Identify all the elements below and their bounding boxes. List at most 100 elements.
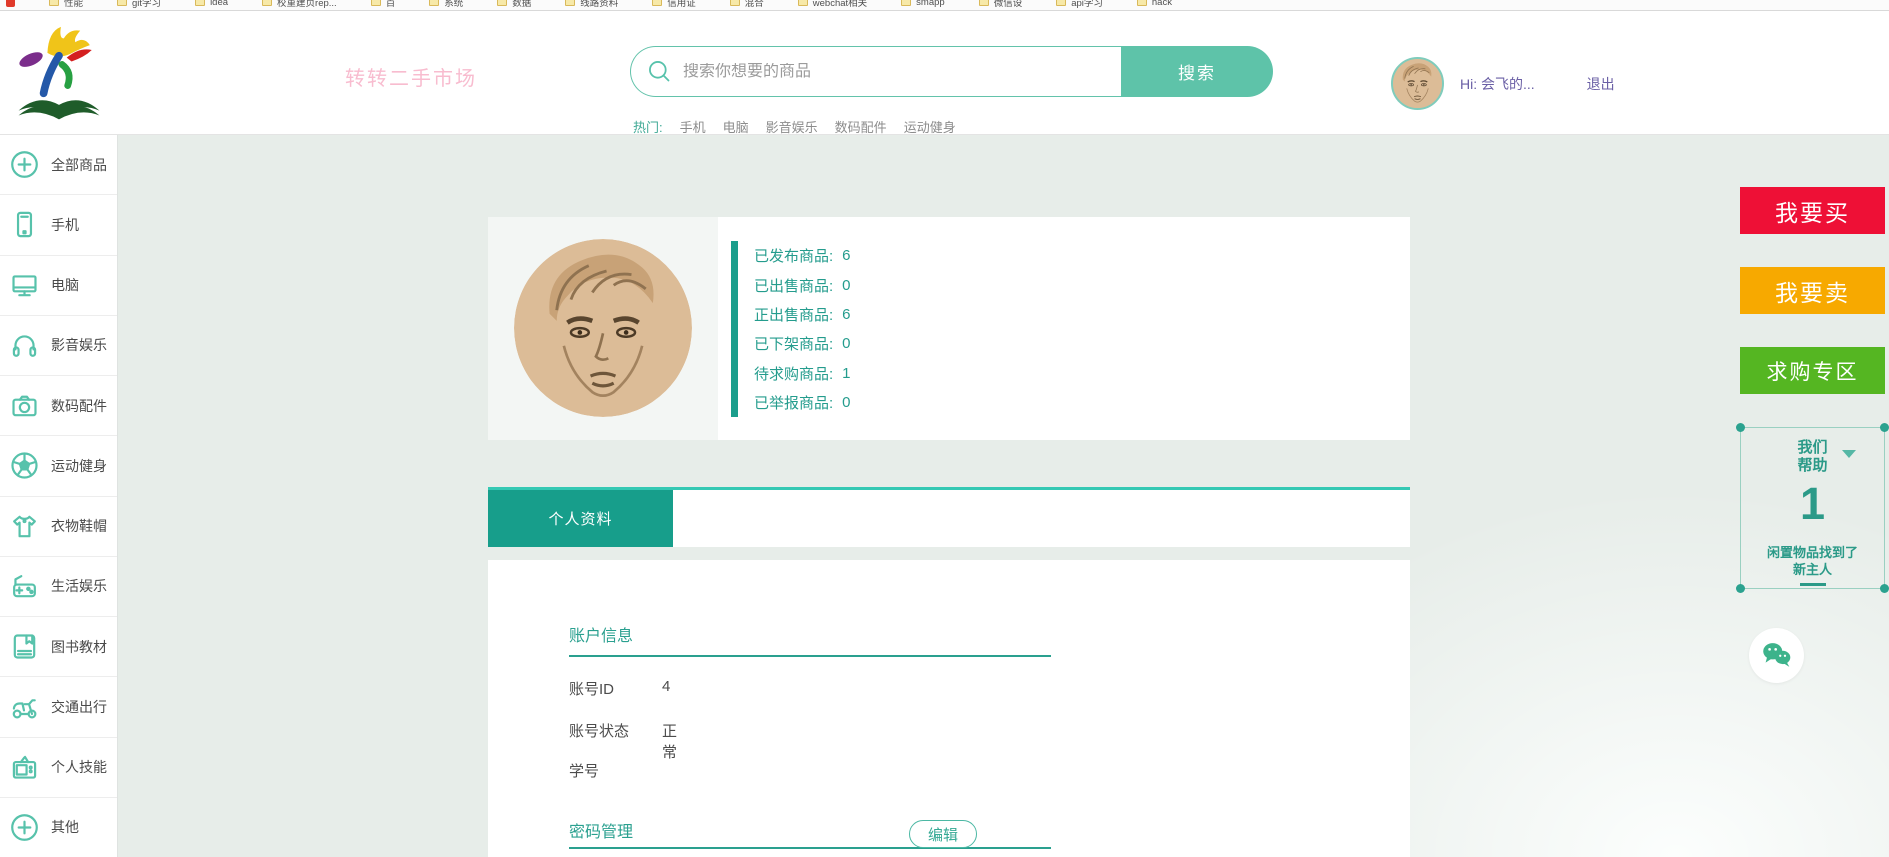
headphones-icon (9, 330, 40, 361)
i-want-to-buy-button[interactable]: 我要买 (1740, 187, 1885, 234)
hot-link-av[interactable]: 影音娱乐 (766, 117, 818, 136)
monitor-icon (9, 270, 40, 301)
sidebar-item-other[interactable]: 其他 (0, 798, 117, 857)
stat-removed: 已下架商品:0 (754, 329, 851, 358)
camera-icon (9, 390, 40, 421)
stat-published: 已发布商品:6 (754, 241, 851, 270)
user-avatar[interactable] (1391, 57, 1444, 110)
bookmark-item[interactable]: smapp (901, 0, 945, 8)
corner-dot (1736, 423, 1745, 432)
category-sidebar: 全部商品 手机 电脑 影音娱乐 数码配件 运动健身 衣物鞋帽 生活娱乐 图书教材… (0, 135, 118, 857)
browser-bookmarks-bar: 性能 git学习 idea 校重建页rep... 百 系统 数据 线路资料 信用… (0, 0, 1889, 11)
i-want-to-sell-button[interactable]: 我要卖 (1740, 267, 1885, 314)
hot-label: 热门: (633, 117, 663, 136)
folder-icon (49, 0, 59, 6)
folder-icon (901, 0, 911, 6)
profile-avatar (514, 239, 692, 417)
bookmark-item[interactable]: 性能 (49, 0, 83, 9)
plus-circle-icon (9, 149, 40, 180)
folder-icon (195, 0, 205, 6)
corner-dot (1880, 584, 1889, 593)
sidebar-item-life[interactable]: 生活娱乐 (0, 557, 117, 617)
folder-icon (429, 0, 439, 6)
bookmark-item[interactable]: hack (1137, 0, 1172, 8)
sidebar-item-phone[interactable]: 手机 (0, 195, 117, 255)
user-area: Hi: 会飞的... 退出 (1391, 57, 1615, 110)
phone-icon (9, 209, 40, 240)
bookmark-item[interactable]: 数据 (497, 0, 531, 9)
sidebar-item-computer[interactable]: 电脑 (0, 256, 117, 316)
account-info-title: 账户信息 (569, 622, 633, 646)
hot-link-sports[interactable]: 运动健身 (904, 117, 956, 136)
bookmark-item[interactable]: 混合 (730, 0, 764, 9)
site-title: 转转二手市场 (345, 62, 477, 91)
wanted-zone-button[interactable]: 求购专区 (1740, 347, 1885, 394)
browser-icon[interactable] (6, 0, 15, 7)
chevron-down-icon (1842, 450, 1856, 458)
folder-icon (730, 0, 740, 6)
folder-icon (565, 0, 575, 6)
sidebar-item-clothing[interactable]: 衣物鞋帽 (0, 497, 117, 557)
bookmark-item[interactable]: webchat相关 (798, 0, 867, 9)
bookmark-item[interactable]: 校重建页rep... (262, 0, 337, 9)
bookmark-item[interactable]: git学习 (117, 0, 161, 9)
bookmark-item[interactable]: 微信设 (979, 0, 1023, 9)
tab-personal-info[interactable]: 个人资料 (488, 490, 673, 547)
folder-icon (1056, 0, 1066, 6)
hot-link-digital[interactable]: 数码配件 (835, 117, 887, 136)
scooter-icon (9, 691, 40, 722)
site-logo[interactable] (8, 22, 110, 128)
hot-link-computer[interactable]: 电脑 (723, 117, 749, 136)
bookmark-item[interactable]: api学习 (1056, 0, 1103, 9)
search-box (630, 46, 1121, 97)
profile-tab-bar: 个人资料 (488, 487, 1410, 547)
hot-link-phone[interactable]: 手机 (680, 117, 706, 136)
folder-icon (652, 0, 662, 6)
sidebar-item-transport[interactable]: 交通出行 (0, 677, 117, 737)
folder-icon (497, 0, 507, 6)
help-title: 我们 帮助 (1741, 439, 1884, 475)
user-greeting[interactable]: Hi: 会飞的... (1460, 74, 1535, 94)
bookmark-item[interactable]: 信用证 (652, 0, 696, 9)
sidebar-item-all[interactable]: 全部商品 (0, 135, 117, 195)
site-header: 转转二手市场 搜索 热门: 手机 电脑 影音娱乐 数码配件 运动健身 Hi: 会… (0, 11, 1889, 135)
help-caption: 闲置物品找到了 新主人 (1741, 544, 1884, 578)
bookmark-item[interactable]: 系统 (429, 0, 463, 9)
sidebar-item-books[interactable]: 图书教材 (0, 617, 117, 677)
search-input[interactable] (683, 63, 1083, 81)
account-status-value: 正常 (662, 720, 677, 762)
folder-icon (117, 0, 127, 6)
corner-dot (1736, 584, 1745, 593)
profile-summary-card: 已发布商品:6 已出售商品:0 正出售商品:6 已下架商品:0 待求购商品:1 … (488, 217, 1410, 440)
stat-wanted: 待求购商品:1 (754, 359, 851, 388)
football-icon (9, 450, 40, 481)
search-icon (646, 58, 673, 85)
sidebar-item-digital[interactable]: 数码配件 (0, 376, 117, 436)
bookmark-item[interactable]: 百 (371, 0, 396, 9)
bookmark-item[interactable]: idea (195, 0, 228, 8)
stat-reported: 已举报商品:0 (754, 388, 851, 417)
sidebar-item-skills[interactable]: 个人技能 (0, 738, 117, 798)
stat-sold: 已出售商品:0 (754, 270, 851, 299)
logout-link[interactable]: 退出 (1587, 74, 1615, 94)
profile-detail-card: 账户信息 账号ID 4 账号状态 正常 学号 密码管理 编辑 (488, 560, 1410, 857)
sidebar-item-sports[interactable]: 运动健身 (0, 436, 117, 496)
help-count: 1 (1741, 479, 1884, 529)
help-underline (1800, 583, 1826, 586)
stats-accent-bar (731, 241, 738, 417)
search-button[interactable]: 搜索 (1121, 46, 1273, 97)
help-counter-widget[interactable]: 我们 帮助 1 闲置物品找到了 新主人 (1740, 427, 1885, 589)
wechat-button[interactable] (1749, 628, 1804, 683)
folder-icon (798, 0, 808, 6)
sidebar-item-av[interactable]: 影音娱乐 (0, 316, 117, 376)
hot-links: 热门: 手机 电脑 影音娱乐 数码配件 运动健身 (633, 117, 956, 136)
account-id-value: 4 (662, 678, 670, 695)
corner-dot (1880, 423, 1889, 432)
tshirt-icon (9, 511, 40, 542)
account-id-row: 账号ID 4 (569, 678, 614, 699)
profile-avatar-panel (488, 217, 718, 440)
edit-password-button[interactable]: 编辑 (909, 820, 977, 848)
folder-icon (262, 0, 272, 6)
profile-stats: 已发布商品:6 已出售商品:0 正出售商品:6 已下架商品:0 待求购商品:1 … (754, 241, 851, 417)
bookmark-item[interactable]: 线路资料 (565, 0, 618, 9)
